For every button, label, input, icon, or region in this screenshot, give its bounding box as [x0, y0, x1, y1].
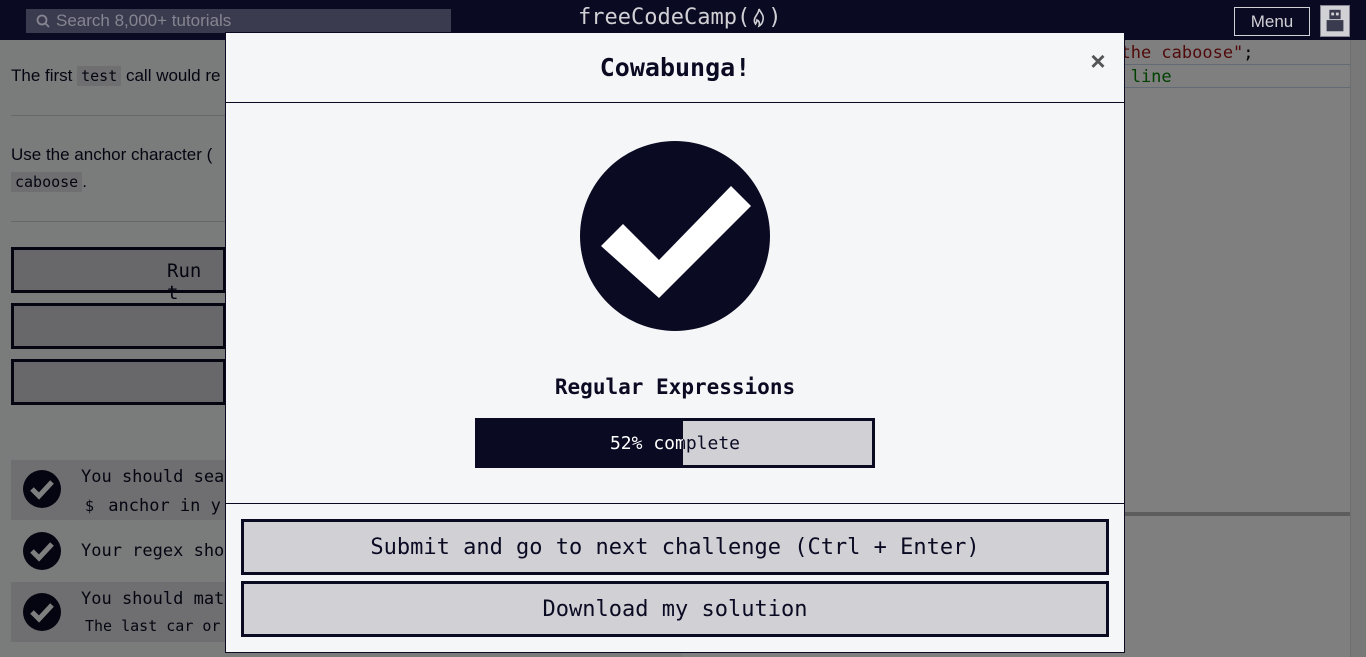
freecodecamp-logo[interactable]: freeCodeCamp( ) [578, 5, 781, 30]
avatar-icon [1326, 9, 1344, 32]
success-check-icon [580, 141, 770, 331]
search-input[interactable] [56, 11, 436, 31]
completion-modal: Cowabunga! × Regular Expressions 52% com… [225, 32, 1125, 653]
modal-header: Cowabunga! × [226, 33, 1124, 103]
search-icon [36, 14, 50, 28]
download-solution-button[interactable]: Download my solution [241, 581, 1109, 637]
logo-paren-close: ) [768, 5, 782, 30]
progress-label-inverted: 52% complete [478, 421, 683, 465]
close-icon[interactable]: × [1086, 48, 1110, 74]
progress-label-white: 52% complete [609, 432, 683, 454]
block-name: Regular Expressions [554, 375, 796, 399]
search-bar[interactable] [26, 9, 451, 33]
menu-button[interactable]: Menu [1234, 7, 1310, 36]
logo-paren-open: ( [736, 5, 751, 30]
user-avatar[interactable] [1320, 5, 1350, 37]
progress-bar: 52% complete 52% complete [475, 418, 875, 468]
submit-next-challenge-button[interactable]: Submit and go to next challenge (Ctrl + … [241, 519, 1109, 575]
logo-text: freeCodeCamp [578, 5, 737, 30]
modal-title: Cowabunga! [599, 53, 751, 82]
flame-icon [753, 8, 765, 28]
modal-divider [226, 503, 1124, 504]
